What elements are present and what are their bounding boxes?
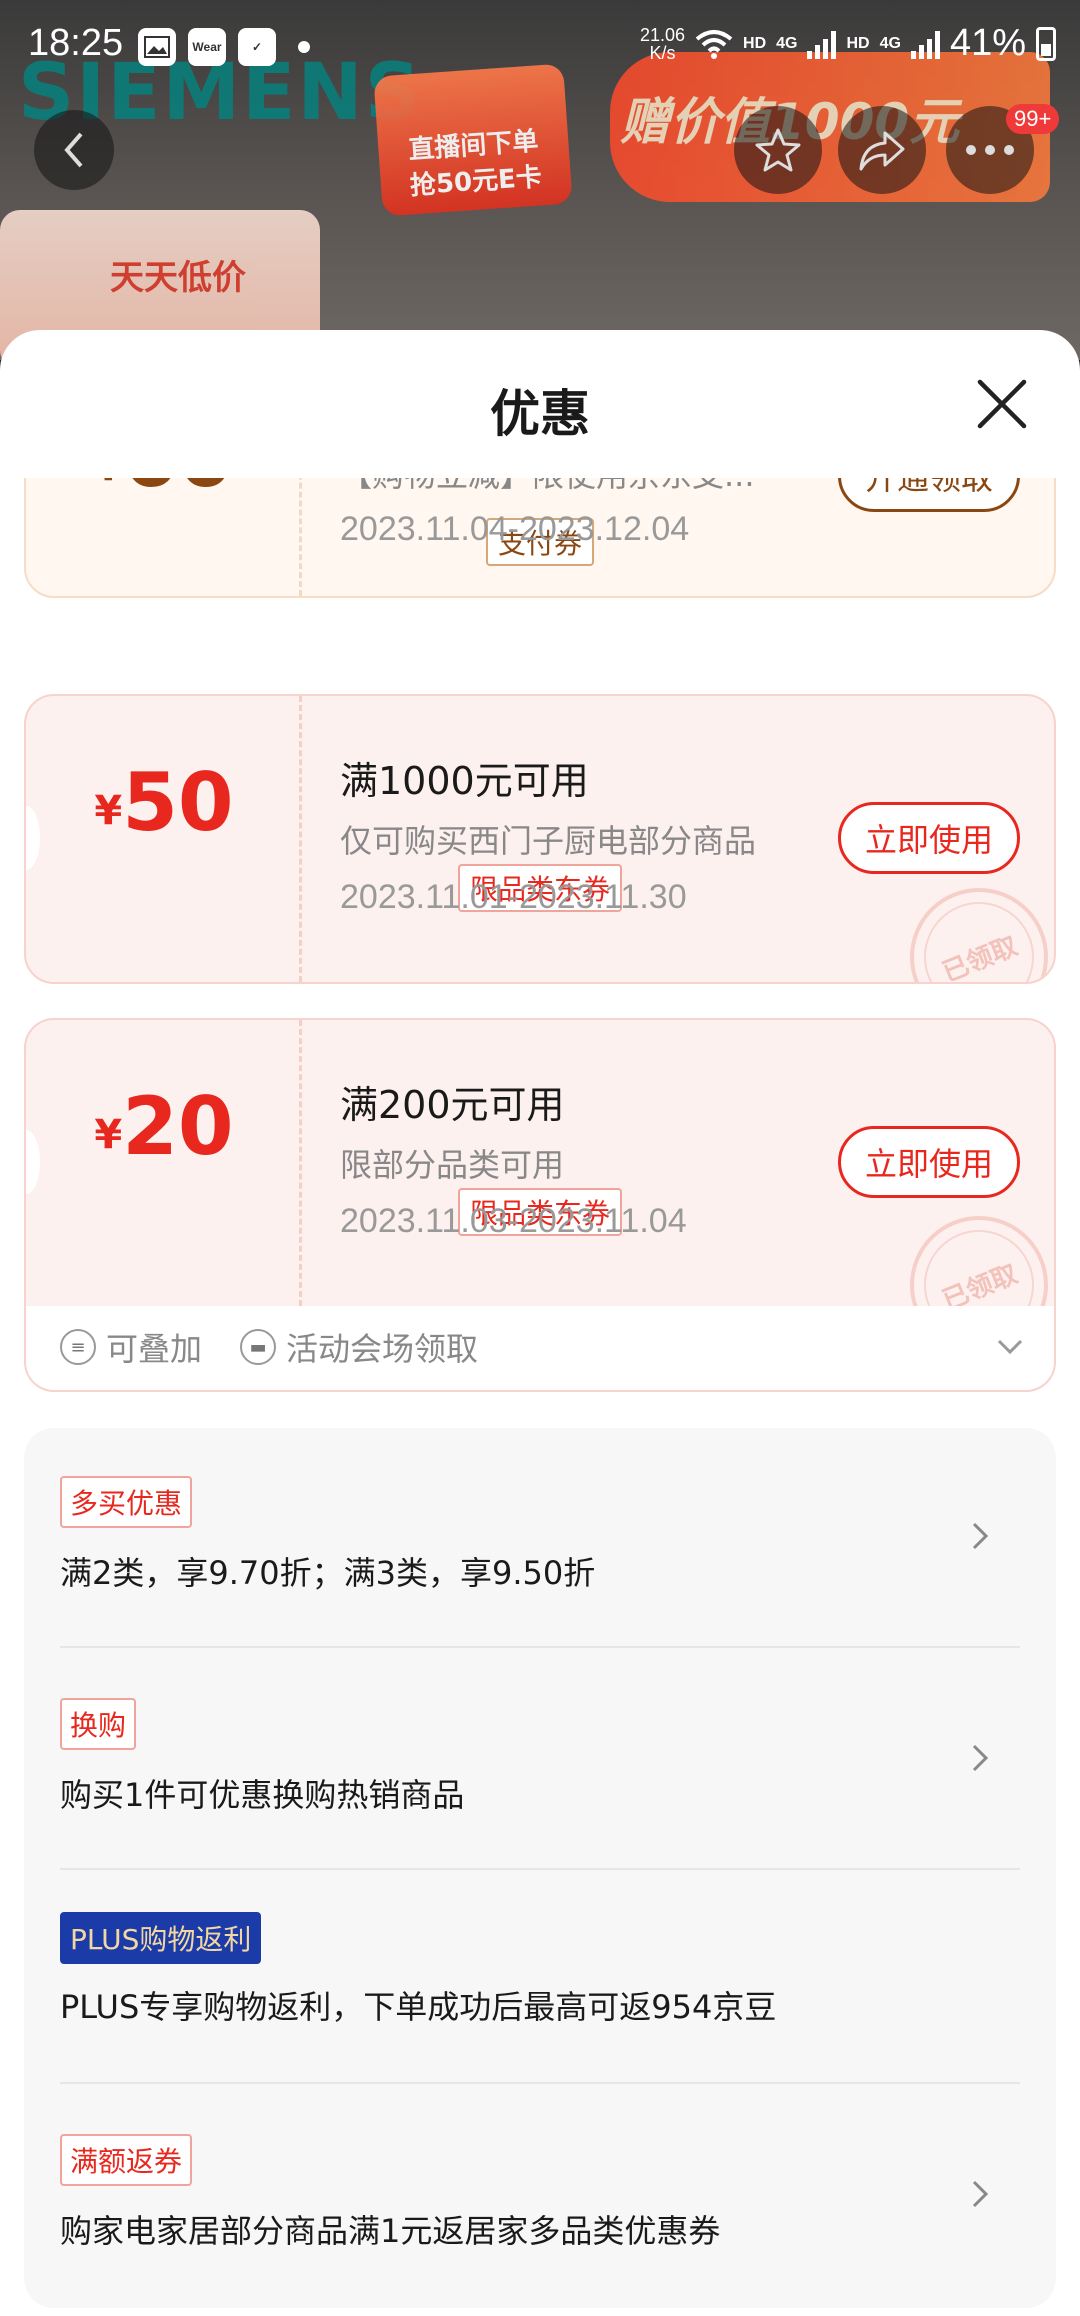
chevron-left-icon: [64, 132, 83, 168]
stack-icon: ≡: [60, 1329, 96, 1365]
coupon-threshold: 满200元可用: [340, 1083, 565, 1127]
hd-label-1: HD: [743, 34, 767, 52]
promotion-item[interactable]: 换购 购买1件可优惠换购热销商品: [60, 1698, 1020, 1848]
live-promo-text: 直播间下单 抢50元E卡: [407, 126, 543, 202]
coupon-amount: ¥60: [26, 478, 302, 505]
back-button[interactable]: [34, 110, 114, 190]
promotions-panel: 多买优惠 满2类，享9.70折；满3类，享9.50折 换购 购买1件可优惠换购热…: [24, 1428, 1056, 2308]
more-dots-icon: [966, 145, 1014, 155]
use-now-button[interactable]: 立即使用: [838, 802, 1020, 874]
status-bar: 18:25 Wear ✓ 21.06 K/s HD 4G HD 4G 41%: [0, 0, 1080, 96]
chevron-down-icon: [997, 1339, 1023, 1355]
divider: [60, 1646, 1020, 1648]
wifi-icon: [695, 29, 733, 59]
promotion-text: 购买1件可优惠换购热销商品: [60, 1776, 465, 1814]
coupon-description: 仅可购买西门子厨电部分商品: [340, 822, 757, 860]
stackable-label: 可叠加: [106, 1330, 203, 1368]
promotion-item-plus: PLUS购物返利 PLUS专享购物返利，下单成功后最高可返954京豆: [60, 1912, 1020, 2042]
promotion-tag: 多买优惠: [60, 1476, 193, 1528]
promotion-text: 满2类，享9.70折；满3类，享9.50折: [60, 1554, 596, 1592]
coupon-validity: 2023.11.04-2023.12.04: [340, 510, 690, 548]
network-speed: 21.06 K/s: [640, 26, 685, 62]
stackable-info: ≡ 可叠加: [60, 1324, 202, 1370]
coupon-card-payment: ¥60 支付券 【购物立减】限使用京东支... 2023.11.04-2023.…: [24, 478, 1056, 598]
divider: [60, 2082, 1020, 2084]
star-icon: [755, 128, 801, 172]
notification-icons: Wear ✓: [138, 28, 310, 66]
coupon-validity: 2023.11.01-2023.11.30: [340, 878, 687, 916]
close-button[interactable]: [972, 374, 1032, 434]
offers-bottom-sheet: 优惠 ¥60 支付券 【购物立减】限使用京东支... 2023.11.04-20…: [0, 330, 1080, 2316]
coupon-amount-value: 60: [122, 478, 233, 505]
signal-bars-1-icon: [807, 29, 837, 59]
promotion-item[interactable]: 满额返券 购家电家居部分商品满1元返居家多品类优惠券: [60, 2134, 1020, 2284]
wear-notification-icon: Wear: [188, 28, 226, 66]
message-count-badge: 99+: [1006, 104, 1060, 134]
chevron-right-icon: [972, 1522, 989, 1550]
status-right: 21.06 K/s HD 4G HD 4G 41%: [640, 22, 1056, 65]
coupon-yen: ¥: [94, 1112, 123, 1158]
promotion-text: PLUS专享购物返利，下单成功后最高可返954京豆: [60, 1988, 777, 2026]
ticket-icon: ▬: [240, 1329, 276, 1365]
hd-label-2: HD: [846, 34, 870, 52]
signal-bars-2-icon: [910, 29, 940, 59]
coupon-threshold: 满1000元可用: [340, 759, 589, 803]
use-now-button[interactable]: 立即使用: [838, 1126, 1020, 1198]
chevron-right-icon: [972, 2180, 989, 2208]
coupon-validity: 2023.11.03-2023.11.04: [340, 1202, 687, 1240]
close-icon: [977, 379, 1027, 429]
venue-claim-label: 活动会场领取: [286, 1330, 479, 1368]
coupon-description: 限部分品类可用: [340, 1146, 565, 1184]
coupon-yen: ¥: [94, 478, 122, 490]
battery-icon: [1036, 26, 1056, 61]
coupon-amount: ¥50: [26, 756, 302, 849]
double11-card-text: 天天低价: [110, 258, 246, 298]
coupon-yen: ¥: [94, 788, 123, 834]
activate-claim-button[interactable]: 开通领取: [838, 478, 1020, 512]
promotion-item[interactable]: 多买优惠 满2类，享9.70折；满3类，享9.50折: [60, 1476, 1020, 1626]
check-notification-icon: ✓: [238, 28, 276, 66]
coupon-card-50: ¥50 限品类东券 满1000元可用 仅可购买西门子厨电部分商品 2023.11…: [24, 694, 1056, 984]
network-speed-unit: K/s: [649, 42, 676, 63]
share-icon: [859, 131, 905, 171]
share-button[interactable]: [838, 106, 926, 194]
venue-claim-info: ▬ 活动会场领取: [240, 1324, 478, 1370]
divider: [60, 1868, 1020, 1870]
coupon-description: 【购物立减】限使用京东支...: [340, 478, 755, 496]
sheet-header: 优惠: [0, 330, 1080, 478]
claimed-stamp: 已领取: [889, 1195, 1054, 1306]
plus-rebate-tag: PLUS购物返利: [60, 1912, 262, 1964]
coupon-extra-info[interactable]: ≡ 可叠加 ▬ 活动会场领取: [24, 1306, 1056, 1392]
battery-percent: 41%: [949, 22, 1026, 64]
4g-label-1: 4G: [776, 34, 798, 52]
promotion-tag: 满额返券: [60, 2134, 193, 2186]
status-time: 18:25: [28, 22, 124, 64]
sheet-title: 优惠: [490, 385, 590, 443]
coupon-amount-value: 20: [122, 1080, 234, 1173]
promotion-tag: 换购: [60, 1698, 137, 1750]
coupon-card-20: ¥20 限品类东券 满200元可用 限部分品类可用 2023.11.03-202…: [24, 1018, 1056, 1308]
coupon-amount: ¥20: [26, 1080, 302, 1173]
network-speed-value: 21.06: [639, 24, 686, 45]
gallery-notification-icon: [138, 28, 176, 66]
claimed-stamp: 已领取: [889, 867, 1054, 982]
more-notifications-dot: [298, 41, 310, 53]
chevron-right-icon: [972, 1744, 989, 1772]
promotion-text: 购家电家居部分商品满1元返居家多品类优惠券: [60, 2212, 721, 2250]
coupon-amount-value: 50: [122, 756, 234, 849]
offers-scroll-area[interactable]: ¥60 支付券 【购物立减】限使用京东支... 2023.11.04-2023.…: [0, 478, 1080, 2316]
4g-label-2: 4G: [879, 34, 901, 52]
favorite-button[interactable]: [734, 106, 822, 194]
